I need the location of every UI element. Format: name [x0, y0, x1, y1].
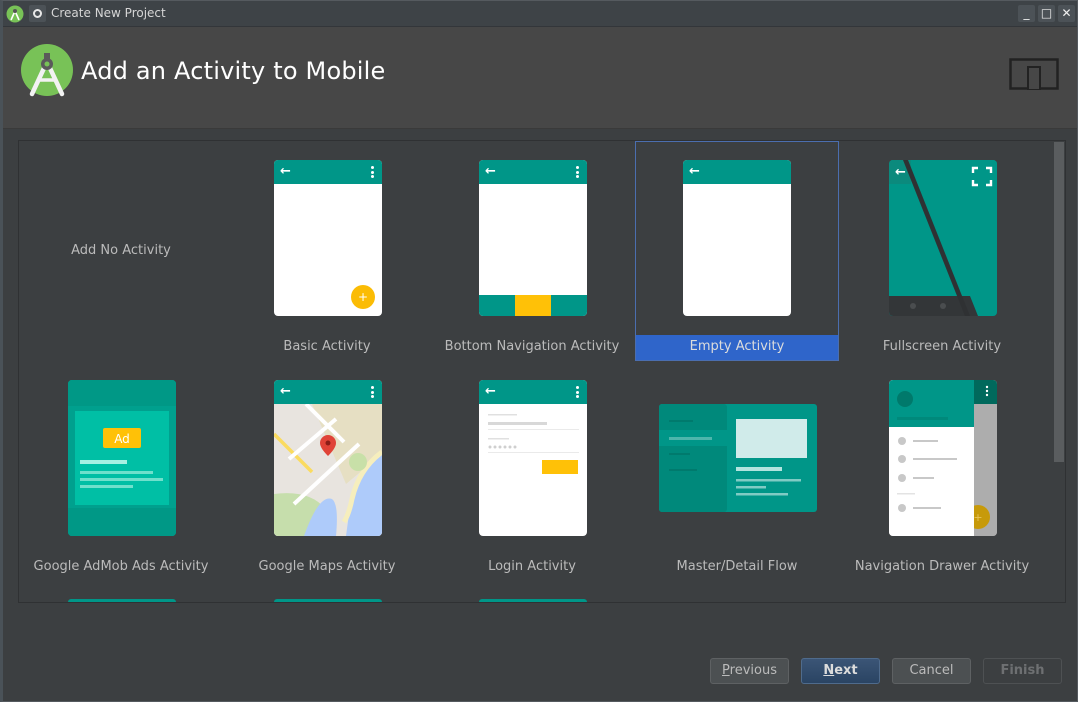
phone-tablet-icon — [1009, 58, 1059, 90]
next-row-preview-edge — [479, 599, 587, 602]
app-bar: ← — [274, 380, 382, 404]
android-studio-logo-icon — [21, 44, 73, 97]
template-empty-activity[interactable]: ← Empty Activity — [635, 141, 839, 361]
template-master-detail-flow[interactable]: Master/Detail Flow — [635, 361, 839, 581]
overflow-menu-icon — [371, 166, 374, 178]
maximize-button[interactable]: □ — [1038, 5, 1055, 22]
login-preview: ← — [479, 380, 587, 536]
template-label: Google AdMob Ads Activity — [33, 559, 209, 574]
template-label: Login Activity — [488, 559, 576, 574]
svg-text:+: + — [973, 511, 982, 524]
maps-preview: ← — [274, 380, 382, 536]
activity-template-gallery: Add No Activity ← + Basic Activity ← Bot… — [18, 140, 1066, 603]
next-row-preview-edge — [274, 599, 382, 602]
app-bar: ← — [274, 160, 382, 184]
bottom-nav-tab — [479, 295, 515, 316]
template-label: Basic Activity — [283, 339, 371, 354]
finish-button[interactable]: Finish — [983, 658, 1062, 684]
template-google-maps-activity[interactable]: ← Google Maps Activity — [225, 361, 429, 581]
template-label: Navigation Drawer Activity — [854, 559, 1030, 574]
template-login-activity[interactable]: ← Login Activity — [430, 361, 634, 581]
sign-in-button-illustration — [542, 460, 578, 474]
fullscreen-activity-preview: ← — [889, 160, 997, 316]
template-fullscreen-activity[interactable]: ← Fullscreen Activity — [840, 141, 1044, 361]
page-title: Add an Activity to Mobile — [81, 57, 386, 85]
back-arrow-icon: ← — [280, 164, 291, 179]
window-menu-icon[interactable] — [29, 5, 46, 22]
back-arrow-icon: ← — [280, 384, 291, 399]
svg-text:←: ← — [895, 165, 906, 180]
ad-badge: Ad — [114, 432, 130, 446]
template-label: Empty Activity — [689, 339, 785, 354]
overflow-menu-icon — [576, 386, 579, 398]
template-navigation-drawer-activity[interactable]: + Navigation Drawer Activity — [840, 361, 1044, 581]
title-bar: Create New Project _ □ ✕ — [3, 1, 1077, 27]
next-row-preview-edge — [68, 599, 176, 602]
create-new-project-dialog: Create New Project _ □ ✕ Add an Activity… — [0, 0, 1078, 702]
template-basic-activity[interactable]: ← + Basic Activity — [225, 141, 429, 361]
back-arrow-icon: ← — [485, 384, 496, 399]
admob-preview: Ad — [68, 380, 176, 536]
template-add-no-activity[interactable]: Add No Activity — [19, 141, 223, 361]
template-label: Google Maps Activity — [258, 559, 396, 574]
app-bar: ← — [479, 160, 587, 184]
login-form-illustration — [488, 414, 579, 474]
next-button[interactable]: Next — [801, 658, 880, 684]
app-bar: ← — [479, 380, 587, 404]
master-detail-preview — [659, 404, 817, 512]
previous-button[interactable]: Previous — [710, 658, 789, 684]
window-title: Create New Project — [51, 6, 166, 20]
overflow-menu-icon — [576, 166, 579, 178]
gallery-scrollbar-thumb[interactable] — [1054, 142, 1064, 462]
bottom-nav-tab — [551, 295, 587, 316]
template-label: Bottom Navigation Activity — [444, 339, 620, 354]
template-label: Fullscreen Activity — [882, 339, 1002, 354]
template-label: Add No Activity — [71, 243, 171, 258]
overflow-menu-icon — [371, 386, 374, 398]
basic-activity-preview: ← + — [274, 160, 382, 316]
template-bottom-navigation-activity[interactable]: ← Bottom Navigation Activity — [430, 141, 634, 361]
cancel-button[interactable]: Cancel — [892, 658, 971, 684]
bottom-nav-tab-active — [515, 295, 551, 316]
fab-icon: + — [351, 285, 375, 309]
back-arrow-icon: ← — [689, 164, 700, 179]
template-label: Master/Detail Flow — [676, 559, 798, 574]
android-studio-app-icon — [6, 5, 24, 23]
close-button[interactable]: ✕ — [1058, 5, 1075, 22]
template-google-admob-ads-activity[interactable]: Ad Google AdMob Ads Activity — [19, 361, 223, 581]
navigation-drawer-preview: + — [889, 380, 997, 536]
empty-activity-preview: ← — [683, 160, 791, 316]
minimize-button[interactable]: _ — [1018, 5, 1035, 22]
back-arrow-icon: ← — [485, 164, 496, 179]
app-bar: ← — [683, 160, 791, 184]
map-illustration — [274, 404, 382, 536]
wizard-header: Add an Activity to Mobile — [3, 27, 1077, 129]
bottom-navigation-preview: ← — [479, 160, 587, 316]
